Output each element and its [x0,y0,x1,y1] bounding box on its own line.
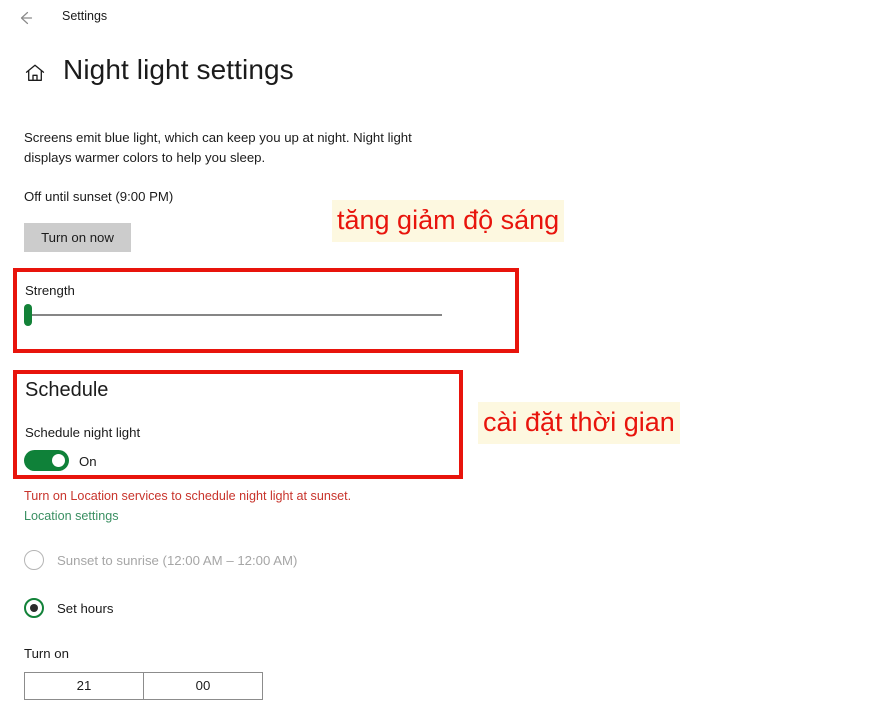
radio-option-set-hours[interactable]: Set hours [24,598,113,618]
home-icon[interactable] [23,61,47,85]
radio-circle-unselected[interactable] [24,550,44,570]
radio-label-set-hours: Set hours [57,600,114,616]
strength-label: Strength [25,283,75,298]
slider-track[interactable] [32,314,442,316]
title-bar: Settings [0,0,891,36]
toggle-knob [52,454,65,467]
annotation-schedule: cài đặt thời gian [478,402,680,444]
status-text: Off until sunset (9:00 PM) [24,189,174,204]
schedule-night-light-toggle[interactable] [24,450,69,471]
back-arrow-icon[interactable] [14,7,36,29]
radio-option-sunset-to-sunrise[interactable]: Sunset to sunrise (12:00 AM – 12:00 AM) [24,550,297,570]
turn-on-time-fields: 21 00 [24,672,263,700]
turn-on-label: Turn on [24,646,69,661]
slider-thumb[interactable] [24,304,32,326]
page-title: Night light settings [63,54,294,85]
window-title: Settings [62,9,108,23]
turn-on-hours-field[interactable]: 21 [24,672,144,700]
turn-on-minutes-field[interactable]: 00 [143,672,263,700]
turn-on-now-button[interactable]: Turn on now [24,223,131,252]
schedule-night-light-label: Schedule night light [25,425,141,440]
radio-label-sunset-to-sunrise: Sunset to sunrise (12:00 AM – 12:00 AM) [57,552,298,568]
radio-circle-selected[interactable] [24,598,44,618]
schedule-heading: Schedule [25,379,109,401]
location-warning-text: Turn on Location services to schedule ni… [24,489,352,503]
toggle-state-label: On [79,454,97,469]
description-text: Screens emit blue light, which can keep … [24,130,412,165]
location-settings-link[interactable]: Location settings [24,509,119,523]
strength-slider[interactable] [24,303,442,327]
annotation-brightness: tăng giảm độ sáng [332,200,565,242]
